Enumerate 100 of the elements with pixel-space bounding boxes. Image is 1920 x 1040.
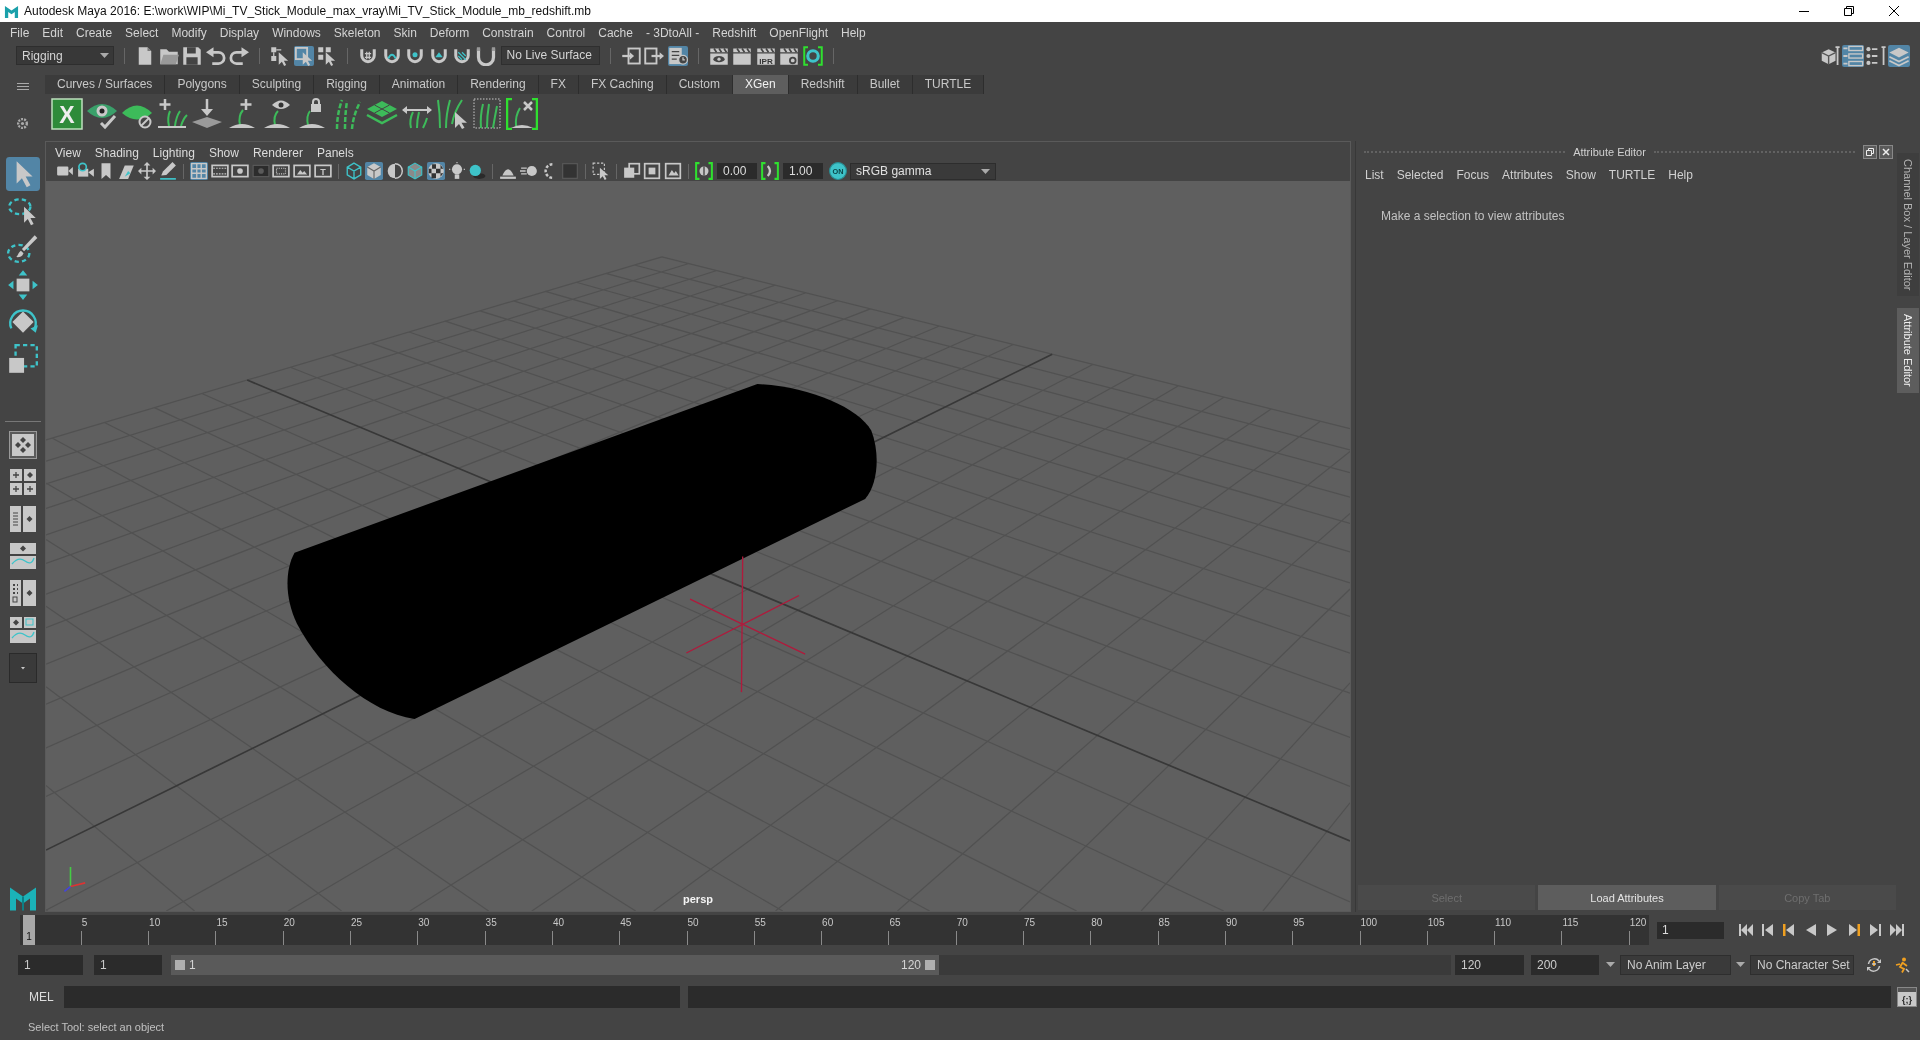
shelf-tab[interactable]: Sculpting bbox=[239, 75, 315, 94]
wireframe-cube-icon[interactable] bbox=[344, 162, 363, 180]
menu-set-dropdown[interactable]: Rigging bbox=[16, 46, 114, 65]
list-clock-icon[interactable] bbox=[667, 45, 688, 66]
menu-item[interactable]: Edit bbox=[42, 26, 64, 40]
shelf-tab[interactable]: Bullet bbox=[857, 75, 913, 94]
grid-icon[interactable] bbox=[189, 162, 208, 180]
end-time-field[interactable]: 200 bbox=[1531, 954, 1599, 975]
range-bar[interactable]: 1 120 bbox=[171, 954, 939, 975]
editor-menu-item[interactable]: TURTLE bbox=[1608, 167, 1656, 182]
magnet-icon[interactable] bbox=[475, 45, 496, 66]
time-slider[interactable]: 5 10 15 20 25 30 35 40 45 50 55 60 65 70 75 80 85 90 95 100 105 110 115 120 1 bbox=[20, 915, 1649, 945]
layers-icon[interactable] bbox=[1888, 44, 1910, 67]
range-start-field[interactable]: 1 bbox=[94, 954, 162, 975]
menu-item[interactable]: Modify bbox=[171, 26, 207, 40]
exposure-icon[interactable] bbox=[695, 162, 714, 180]
shelf-tab[interactable]: Redshift bbox=[788, 75, 858, 94]
menu-item[interactable]: Deform bbox=[429, 26, 470, 40]
menu-item[interactable]: - 3DtoAll - bbox=[645, 26, 700, 40]
light-bulb-icon[interactable] bbox=[447, 162, 466, 180]
bracket-x-icon[interactable] bbox=[506, 98, 538, 130]
shelf-tab[interactable]: FX Caching bbox=[578, 75, 667, 94]
clapper-gear-icon[interactable] bbox=[779, 45, 799, 66]
close-icon[interactable] bbox=[1889, 6, 1899, 16]
range-handle-icon[interactable] bbox=[925, 959, 935, 970]
shaded-cube-icon[interactable] bbox=[365, 162, 384, 180]
safe-title-button[interactable]: T bbox=[313, 162, 332, 180]
film-gate-icon[interactable] bbox=[210, 162, 229, 180]
side-tab[interactable]: Attribute Editor bbox=[1897, 308, 1919, 394]
skip-to-start-icon[interactable] bbox=[1738, 922, 1754, 938]
squares-pointer-icon[interactable] bbox=[317, 45, 337, 66]
nested-squares-icon[interactable] bbox=[643, 162, 662, 180]
resolution-gate-icon[interactable] bbox=[231, 162, 250, 180]
character-set-dropdown[interactable]: No Character Set bbox=[1750, 954, 1854, 975]
shelf-tab[interactable]: Rigging bbox=[314, 75, 380, 94]
camera-lens-icon[interactable] bbox=[76, 162, 95, 180]
overlap-squares-icon[interactable] bbox=[622, 162, 641, 180]
range-handle-icon[interactable] bbox=[175, 959, 185, 970]
panel-menu-item[interactable]: Panels bbox=[316, 145, 354, 160]
range-slider-track[interactable]: 1 120 bbox=[171, 954, 1451, 975]
gamma-icon[interactable] bbox=[761, 162, 780, 180]
half-sphere-icon[interactable] bbox=[385, 162, 404, 180]
panel-menu-item[interactable]: Renderer bbox=[252, 145, 303, 160]
clapperboard-icon[interactable] bbox=[732, 45, 752, 66]
clapper-eye-icon[interactable] bbox=[708, 45, 729, 66]
menu-item[interactable]: Control bbox=[546, 26, 586, 40]
key-step-back-icon[interactable] bbox=[1781, 922, 1797, 938]
bracket-ring-icon[interactable] bbox=[802, 45, 823, 66]
shelf-tab[interactable]: Curves / Surfaces bbox=[45, 75, 166, 94]
shelf-tab[interactable]: Polygons bbox=[165, 75, 240, 94]
box-pointer-icon[interactable] bbox=[293, 45, 314, 66]
shelf-tab[interactable]: FX bbox=[538, 75, 579, 94]
box-arrow-in-icon[interactable] bbox=[620, 45, 641, 66]
single-pane-layout-icon[interactable] bbox=[8, 431, 37, 459]
shelf-tab[interactable]: Animation bbox=[379, 75, 459, 94]
menu-item[interactable]: OpenFlight bbox=[769, 26, 828, 40]
hierarchy-pointer-icon[interactable] bbox=[270, 45, 290, 66]
tool-settings-icon[interactable] bbox=[1865, 44, 1887, 67]
shelf-tab[interactable]: TURTLE bbox=[912, 75, 985, 94]
menu-item[interactable]: Constrain bbox=[482, 26, 534, 40]
undo-arrow-icon[interactable] bbox=[205, 45, 226, 66]
shelf-tab[interactable]: XGen bbox=[732, 75, 789, 94]
start-time-field[interactable]: 1 bbox=[18, 954, 83, 975]
depth-of-field-icon[interactable] bbox=[560, 162, 579, 180]
plus-strands-icon[interactable] bbox=[156, 98, 188, 130]
panel-menu-item[interactable]: Show bbox=[208, 145, 239, 160]
color-management-button[interactable]: ON bbox=[829, 162, 848, 180]
image-frame-icon[interactable] bbox=[664, 162, 683, 180]
menu-item[interactable]: Select bbox=[125, 26, 159, 40]
cube-tools-icon[interactable] bbox=[1819, 44, 1841, 67]
arrow-down-plane-icon[interactable] bbox=[191, 98, 223, 130]
gamma-field[interactable]: 1.00 bbox=[783, 163, 824, 179]
image-plane-icon[interactable] bbox=[117, 162, 136, 180]
current-time-field[interactable]: 1 bbox=[1657, 921, 1724, 939]
anim-layer-dropdown[interactable]: No Anim Layer bbox=[1620, 954, 1731, 975]
menu-item[interactable]: Display bbox=[219, 26, 260, 40]
field-chart-icon[interactable] bbox=[272, 162, 291, 180]
range-end-field[interactable]: 120 bbox=[1455, 954, 1524, 975]
editor-menu-item[interactable]: Attributes bbox=[1502, 167, 1553, 182]
script-editor-button[interactable]: {;} bbox=[1897, 987, 1917, 1007]
editor-menu-item[interactable]: Selected bbox=[1396, 167, 1444, 182]
close-icon[interactable] bbox=[1879, 145, 1893, 159]
shelf-tab[interactable]: Rendering bbox=[458, 75, 539, 94]
menu-item[interactable]: Skeleton bbox=[333, 26, 381, 40]
three-pane-layout-icon[interactable] bbox=[8, 616, 37, 644]
pan-arrows-icon[interactable] bbox=[138, 162, 157, 180]
menu-item[interactable]: Skin bbox=[393, 26, 417, 40]
picture-frame-icon[interactable] bbox=[292, 162, 311, 180]
redo-arrow-icon[interactable] bbox=[229, 45, 249, 66]
restore-icon[interactable] bbox=[1844, 6, 1854, 16]
view-transform-dropdown[interactable]: sRGB gamma bbox=[850, 162, 997, 180]
four-pane-layout-icon[interactable] bbox=[8, 468, 37, 496]
isolate-select-icon[interactable] bbox=[591, 162, 610, 180]
shadow-ball-icon[interactable] bbox=[468, 162, 487, 180]
menu-item[interactable]: File bbox=[10, 26, 30, 40]
circular-arrows-icon[interactable] bbox=[1866, 956, 1882, 973]
command-language-button[interactable]: MEL bbox=[29, 990, 64, 1004]
stacked-layout-icon[interactable] bbox=[8, 542, 37, 570]
settings-icon[interactable] bbox=[17, 118, 28, 129]
running-figure-icon[interactable] bbox=[1894, 956, 1910, 973]
